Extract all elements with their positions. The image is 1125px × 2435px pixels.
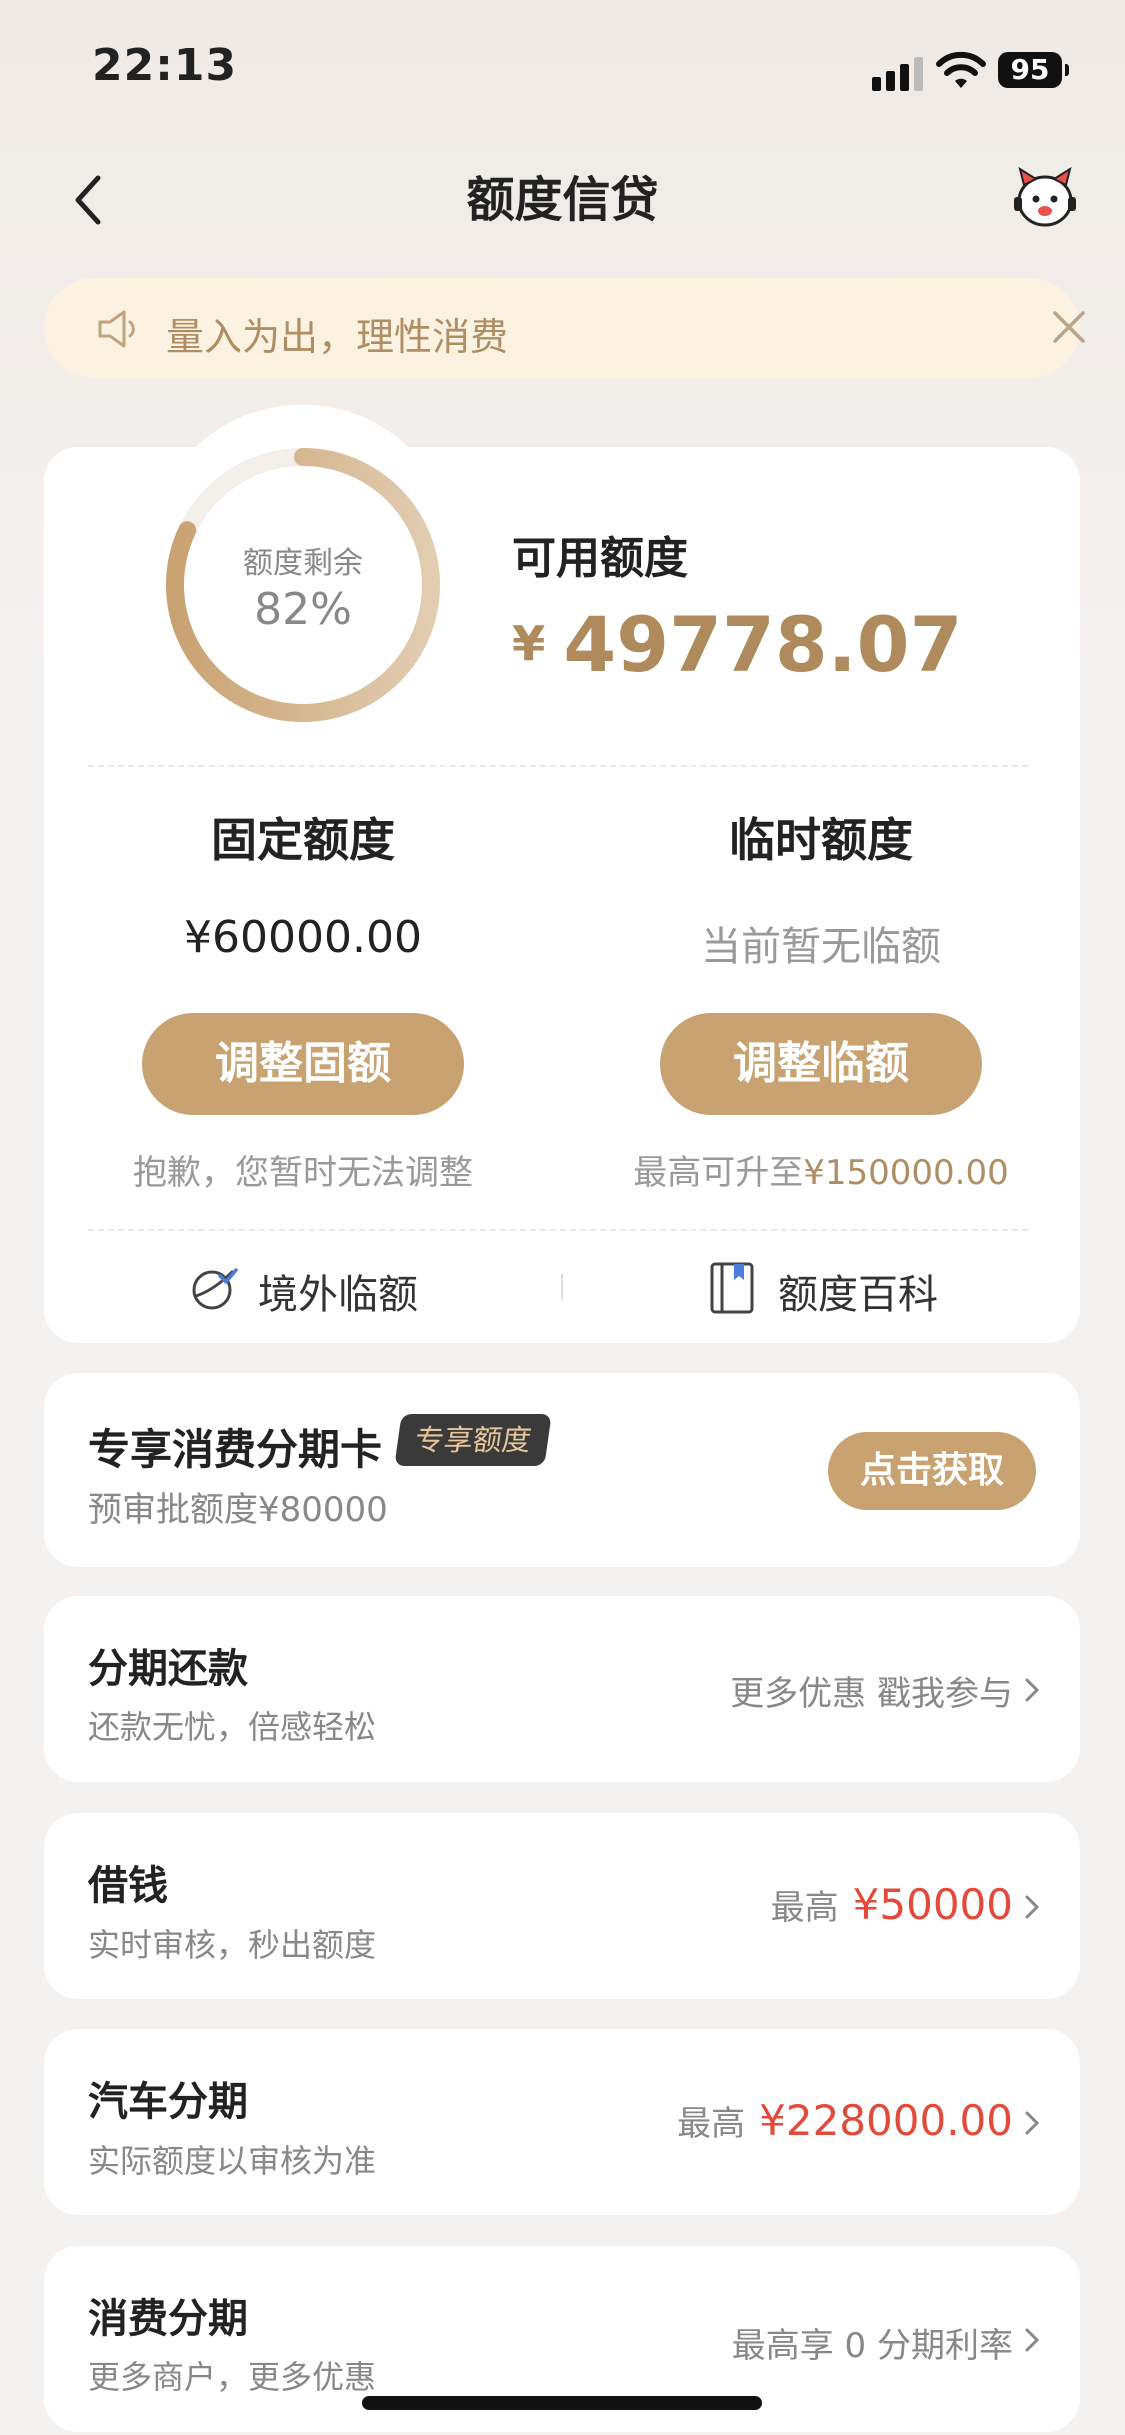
available-credit-value: ¥49778.07 [512,600,962,689]
close-icon[interactable] [1048,306,1090,348]
list-item-max: 最高 ¥228000.00 [677,2096,1013,2145]
max-label: 最高 [770,1888,839,1928]
list-item-max: 最高 ¥50000 [771,1880,1013,1929]
chevron-right-icon [1025,1678,1040,1702]
list-item-promo: 更多优惠 戳我参与 [730,1674,1013,1714]
status-time: 22:13 [92,40,238,91]
notice-text: 量入为出，理性消费 [166,315,509,359]
book-icon [710,1262,754,1314]
list-item-subtitle: 还款无忧，倍感轻松 [88,1708,377,1746]
list-item-title: 汽车分期 [88,2079,248,2125]
list-item-title: 借钱 [88,1863,168,1909]
list-item-title: 消费分期 [88,2296,248,2342]
max-label: 最高 [677,2104,746,2144]
overseas-credit-label: 境外临额 [258,1272,418,1318]
gauge-label: 额度剩余 [243,546,363,581]
cellular-signal-icon [872,57,924,91]
list-item-title: 分期还款 [88,1646,248,1692]
temp-credit-title: 临时额度 [729,813,913,867]
installment-card-title: 专享消费分期卡 [88,1425,383,1474]
link-separator [561,1274,563,1300]
home-indicator [362,2396,762,2410]
installment-card-subtitle: 预审批额度¥80000 [88,1490,388,1530]
status-bar: 22:13 95 [0,0,1125,130]
list-item-promo: 最高享 0 分期利率 [731,2326,1013,2366]
currency-symbol: ¥ [512,616,546,673]
fixed-note: 抱歉，您暂时无法调整 [133,1153,473,1193]
page-title: 额度信贷 [466,172,659,228]
battery-indicator: 95 [998,52,1069,88]
fixed-credit-title: 固定额度 [211,813,395,867]
speaker-icon [98,310,135,348]
wifi-icon [936,51,986,88]
get-card-button[interactable]: 点击获取 [828,1432,1036,1510]
chevron-right-icon [1025,2111,1040,2135]
chevron-right-icon [1025,2328,1040,2352]
fixed-credit-value: ¥60000.00 [184,912,422,963]
credit-wiki-label: 额度百科 [778,1272,938,1318]
adjust-fixed-button[interactable]: 调整固额 [142,1013,464,1115]
notice-banner: 量入为出，理性消费 [44,278,1085,378]
available-credit-label: 可用额度 [512,533,688,584]
temp-credit-value: 当前暂无临额 [701,924,941,970]
globe-icon [192,1268,238,1310]
adjust-temp-button[interactable]: 调整临额 [660,1013,982,1115]
divider [88,765,1028,767]
chevron-right-icon [1025,1895,1040,1919]
max-amount: ¥228000.00 [759,2096,1013,2145]
list-item-subtitle: 实时审核，秒出额度 [88,1926,377,1964]
exclusive-badge: 专享额度 [394,1414,552,1466]
temp-note-amount: ¥150000.00 [803,1153,1009,1193]
list-item-subtitle: 更多商户，更多优惠 [88,2358,377,2396]
available-amount: 49778.07 [563,600,963,689]
list-item-subtitle: 实际额度以审核为准 [88,2142,377,2180]
temp-note: 最高可升至¥150000.00 [541,1145,1101,1194]
temp-note-prefix: 最高可升至 [633,1153,804,1193]
gauge-percent: 82% [254,584,352,635]
max-amount: ¥50000 [852,1880,1013,1929]
mascot-icon[interactable] [1010,165,1080,231]
divider [88,1229,1028,1231]
